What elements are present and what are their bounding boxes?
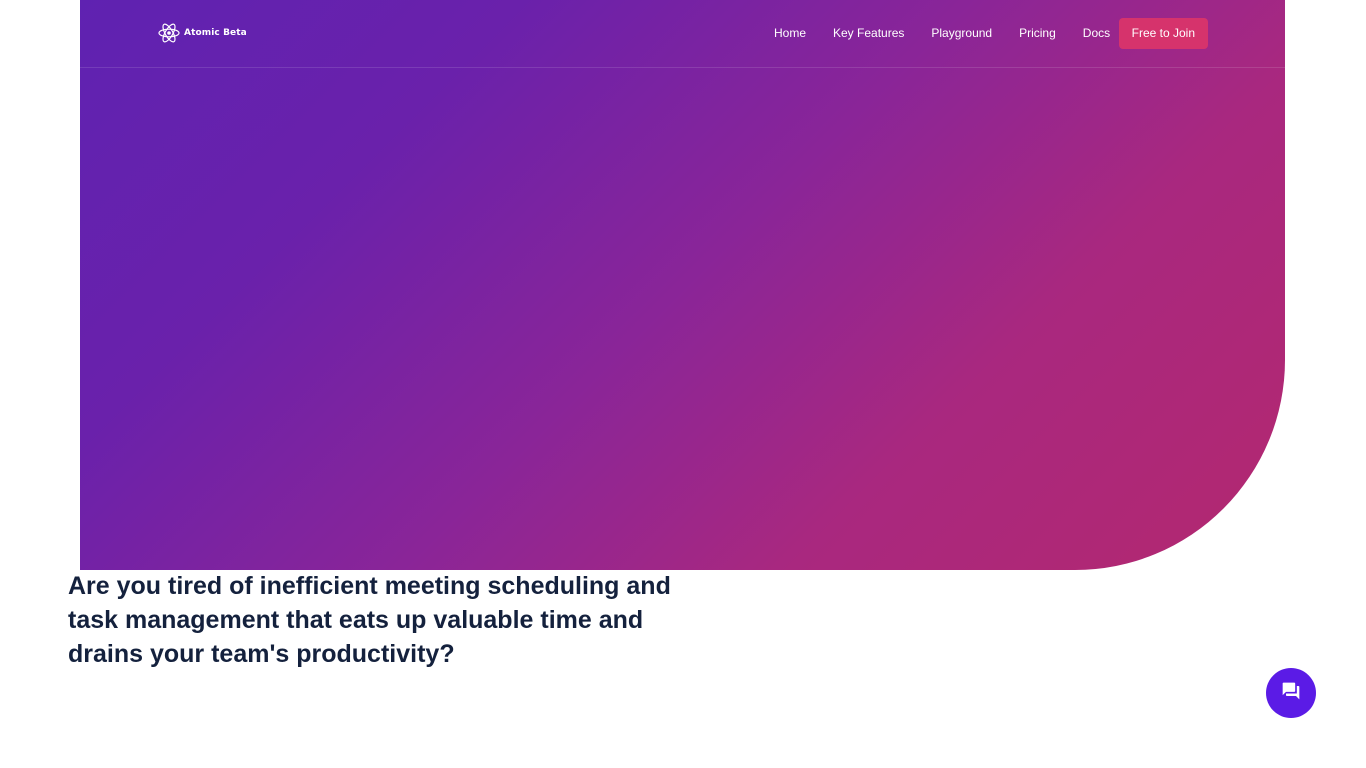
nav-key-features-link[interactable]: Key Features: [820, 18, 918, 49]
nav-pricing-link[interactable]: Pricing: [1006, 18, 1070, 49]
nav-docs-link[interactable]: Docs: [1069, 18, 1123, 49]
hero-headline: Are you tired of inefficient meeting sch…: [68, 572, 671, 668]
chat-icon: [1281, 681, 1301, 706]
free-to-join-button[interactable]: Free to Join: [1118, 18, 1208, 49]
nav-divider: [80, 67, 1285, 68]
atom-icon: [158, 22, 180, 44]
hero-banner: Atomic Beta Home Key Features Playground…: [80, 0, 1285, 570]
nav-home-link[interactable]: Home: [760, 18, 819, 49]
chat-widget-button[interactable]: [1266, 668, 1316, 718]
nav-playground-link[interactable]: Playground: [918, 18, 1006, 49]
logo-text: Atomic Beta: [184, 28, 247, 38]
page: Atomic Beta Home Key Features Playground…: [0, 0, 1366, 768]
logo[interactable]: Atomic Beta: [158, 22, 247, 44]
main-nav: Home Key Features Playground Pricing Doc…: [760, 18, 1208, 49]
